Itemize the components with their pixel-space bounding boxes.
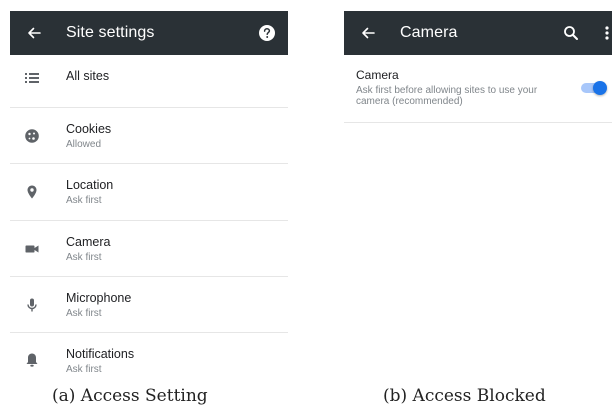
caption-a: (a) Access Setting [52, 386, 208, 406]
list-item-cookies[interactable]: Cookies Allowed [10, 108, 288, 164]
list-item-title: Cookies [66, 122, 112, 136]
page-title: Site settings [66, 24, 155, 41]
search-icon [564, 26, 578, 40]
search-button[interactable] [562, 24, 580, 42]
cookie-icon [25, 129, 39, 143]
more-vert-icon [605, 26, 609, 40]
list-item-notifications[interactable]: Notifications Ask first [10, 333, 288, 375]
list-item-title: All sites [66, 69, 110, 83]
list-item-title: Camera [66, 235, 111, 249]
back-button[interactable] [24, 23, 44, 43]
list-item-subtitle: Ask first [66, 195, 102, 206]
list-item-subtitle: Ask first [66, 308, 102, 319]
toggle-thumb [593, 81, 607, 95]
caption-b: (b) Access Blocked [383, 386, 546, 406]
list-item-subtitle: Ask first [66, 252, 102, 263]
list-item-all-sites[interactable]: All sites [10, 55, 288, 108]
list-item-title: Notifications [66, 347, 135, 361]
list-icon [25, 73, 39, 83]
page-title: Camera [400, 24, 458, 41]
camera-toggle-switch[interactable] [581, 81, 607, 95]
list-item-title: Location [66, 178, 114, 192]
camera-settings-screen: Camera Camera Ask first before allowing … [344, 11, 612, 141]
list-item-title: Microphone [66, 291, 132, 305]
camera-permission-setting[interactable]: Camera Ask first before allowing sites t… [344, 55, 612, 123]
site-settings-app-bar: Site settings [10, 11, 288, 55]
location-pin-icon [27, 185, 37, 199]
video-camera-icon [25, 245, 39, 253]
more-options-button[interactable] [604, 24, 610, 42]
microphone-icon [27, 298, 37, 312]
back-button[interactable] [358, 23, 378, 43]
bell-icon [26, 353, 38, 367]
list-item-location[interactable]: Location Ask first [10, 164, 288, 221]
arrow-left-icon [362, 27, 375, 39]
list-item-subtitle: Allowed [66, 139, 102, 150]
site-settings-screen: Site settings All sites Cookies Allowed [10, 11, 288, 375]
list-item-microphone[interactable]: Microphone Ask first [10, 277, 288, 333]
setting-title: Camera [356, 68, 399, 82]
help-icon [259, 25, 275, 41]
setting-description: Ask first before allowing sites to use y… [356, 85, 538, 107]
list-item-subtitle: Ask first [66, 364, 102, 375]
camera-app-bar: Camera [344, 11, 612, 55]
help-button[interactable] [258, 24, 276, 42]
list-item-camera[interactable]: Camera Ask first [10, 221, 288, 277]
arrow-left-icon [28, 27, 41, 39]
